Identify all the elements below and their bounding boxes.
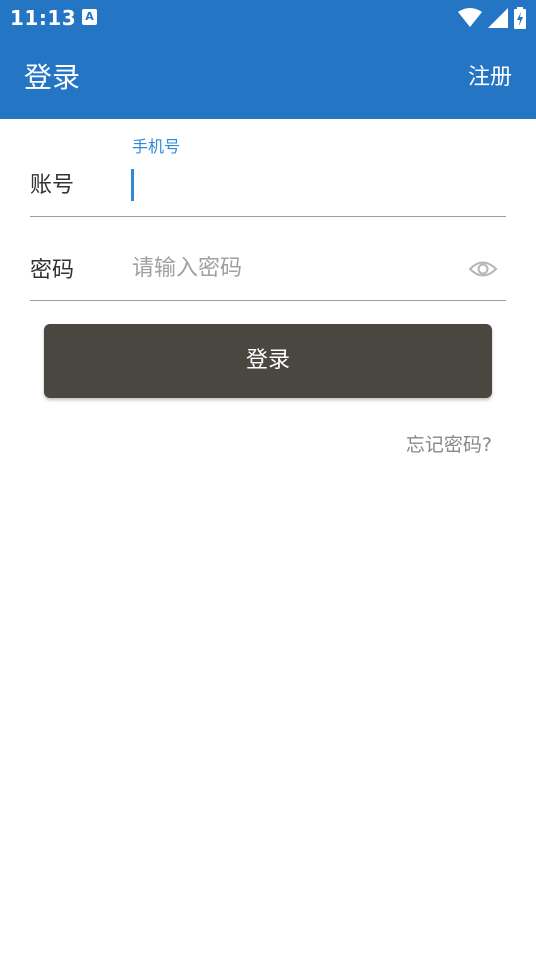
login-button[interactable]: 登录 <box>44 324 492 398</box>
register-button[interactable]: 注册 <box>468 62 512 94</box>
phone-floating-hint: 手机号 <box>132 137 181 156</box>
cell-signal-icon <box>488 8 508 28</box>
status-bar: 11:13 A <box>0 0 536 36</box>
page-title: 登录 <box>24 61 81 94</box>
password-field-row: 密码 <box>30 216 506 301</box>
status-icons <box>458 7 526 29</box>
password-input[interactable] <box>132 248 452 288</box>
text-cursor <box>131 169 134 201</box>
app-bar: 登录 注册 <box>0 36 536 119</box>
account-input[interactable] <box>136 165 496 205</box>
eye-icon[interactable] <box>468 256 498 282</box>
account-label: 账号 <box>30 173 75 198</box>
account-field-row: 账号 手机号 <box>30 119 506 217</box>
status-time: 11:13 <box>10 6 77 30</box>
notification-icon: A <box>82 9 97 25</box>
battery-charging-icon <box>514 7 526 29</box>
forgot-password-link[interactable]: 忘记密码? <box>406 430 492 457</box>
password-label: 密码 <box>30 258 75 283</box>
wifi-icon <box>458 8 482 27</box>
